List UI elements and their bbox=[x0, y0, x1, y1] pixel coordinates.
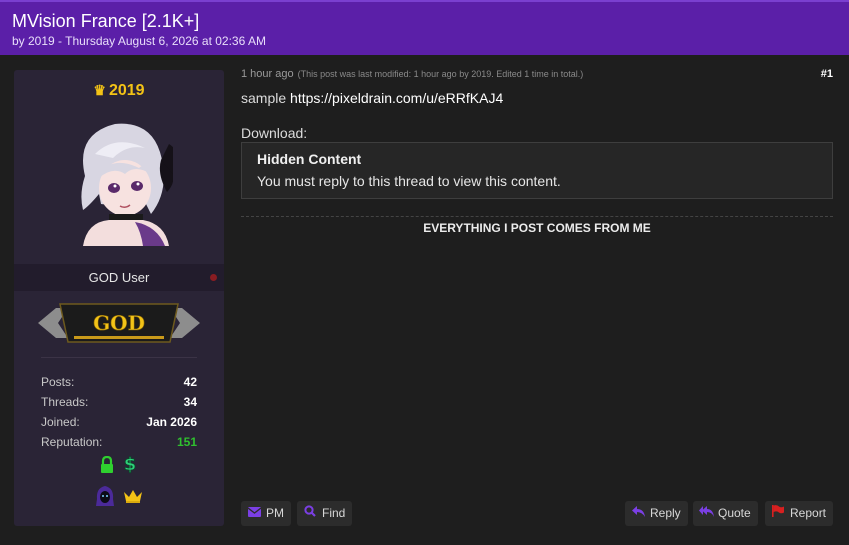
flag-icon bbox=[771, 501, 785, 526]
quote-reply-icon bbox=[699, 501, 714, 526]
sample-link[interactable]: https://pixeldrain.com/u/eRRfKAJ4 bbox=[290, 90, 503, 106]
stat-reputation: Reputation: 151 bbox=[41, 432, 197, 452]
hidden-content-message: You must reply to this thread to view th… bbox=[257, 173, 561, 189]
user-panel: ♛ 2019 GOD User GOD Posts: 42 Threads: 3… bbox=[14, 70, 224, 526]
username-text: 2019 bbox=[108, 82, 145, 99]
envelope-icon bbox=[247, 501, 261, 526]
stat-label: Joined: bbox=[41, 415, 80, 429]
thread-subtitle: by 2019 - Thursday August 6, 2026 at 02:… bbox=[12, 34, 266, 48]
award-row-1: $ bbox=[14, 454, 224, 475]
user-rank: GOD User bbox=[14, 264, 224, 291]
report-button-label: Report bbox=[790, 506, 827, 520]
hidden-content-box: Hidden Content You must reply to this th… bbox=[241, 142, 833, 199]
pm-button-label: PM bbox=[266, 506, 284, 520]
signature: EVERYTHING I POST COMES FROM ME bbox=[423, 221, 651, 235]
quote-button[interactable]: Quote bbox=[693, 501, 758, 526]
lock-icon bbox=[100, 455, 114, 478]
stat-posts: Posts: 42 bbox=[41, 372, 197, 392]
search-icon bbox=[303, 501, 317, 526]
user-rank-text: GOD User bbox=[88, 270, 150, 285]
stat-threads: Threads: 34 bbox=[41, 392, 197, 412]
post-sample-line: sample https://pixeldrain.com/u/eRRfKAJ4 bbox=[241, 90, 503, 106]
divider bbox=[41, 357, 197, 358]
thread-header: MVision France [2.1K+] by 2019 - Thursda… bbox=[0, 0, 849, 55]
reply-button-label: Reply bbox=[650, 506, 681, 520]
sample-label: sample bbox=[241, 90, 287, 106]
stat-value[interactable]: 42 bbox=[184, 375, 197, 389]
stat-joined: Joined: Jan 2026 bbox=[41, 412, 197, 432]
post-number[interactable]: #1 bbox=[821, 68, 833, 80]
username[interactable]: ♛ 2019 bbox=[14, 82, 224, 100]
pm-button[interactable]: PM bbox=[241, 501, 291, 526]
download-label: Download: bbox=[241, 125, 308, 141]
post-time[interactable]: 1 hour ago bbox=[241, 68, 294, 80]
reply-button[interactable]: Reply bbox=[625, 501, 688, 526]
avatar[interactable] bbox=[65, 114, 173, 246]
stat-label: Threads: bbox=[41, 395, 89, 409]
report-button[interactable]: Report bbox=[765, 501, 834, 526]
stat-label: Posts: bbox=[41, 375, 75, 389]
find-button[interactable]: Find bbox=[297, 501, 353, 526]
god-badge-text: GOD bbox=[93, 311, 145, 335]
stat-value[interactable]: 34 bbox=[184, 395, 197, 409]
stat-value[interactable]: 151 bbox=[177, 435, 197, 449]
user-stats: Posts: 42 Threads: 34 Joined: Jan 2026 R… bbox=[41, 372, 197, 452]
god-rank-badge: GOD bbox=[38, 303, 200, 343]
online-status-dot bbox=[210, 274, 217, 281]
crown-icon: ♛ bbox=[93, 82, 106, 98]
post-meta: 1 hour ago (This post was last modified: … bbox=[241, 68, 833, 80]
award-row-2 bbox=[14, 485, 224, 507]
stat-label: Reputation: bbox=[41, 435, 103, 449]
signature-divider bbox=[241, 216, 833, 217]
svg-text:$: $ bbox=[124, 454, 137, 474]
post-edit-note: (This post was last modified: 1 hour ago… bbox=[297, 69, 584, 79]
crown-award-icon bbox=[123, 488, 143, 509]
quote-button-label: Quote bbox=[718, 506, 751, 520]
hidden-content-title: Hidden Content bbox=[257, 151, 362, 167]
find-button-label: Find bbox=[322, 506, 346, 520]
stat-value: Jan 2026 bbox=[146, 415, 197, 429]
reply-arrow-icon bbox=[631, 501, 645, 526]
thread-title: MVision France [2.1K+] bbox=[12, 11, 200, 31]
hooded-figure-icon bbox=[95, 485, 115, 512]
dollar-icon: $ bbox=[122, 454, 138, 479]
post-body: 1 hour ago (This post was last modified: … bbox=[241, 68, 833, 235]
